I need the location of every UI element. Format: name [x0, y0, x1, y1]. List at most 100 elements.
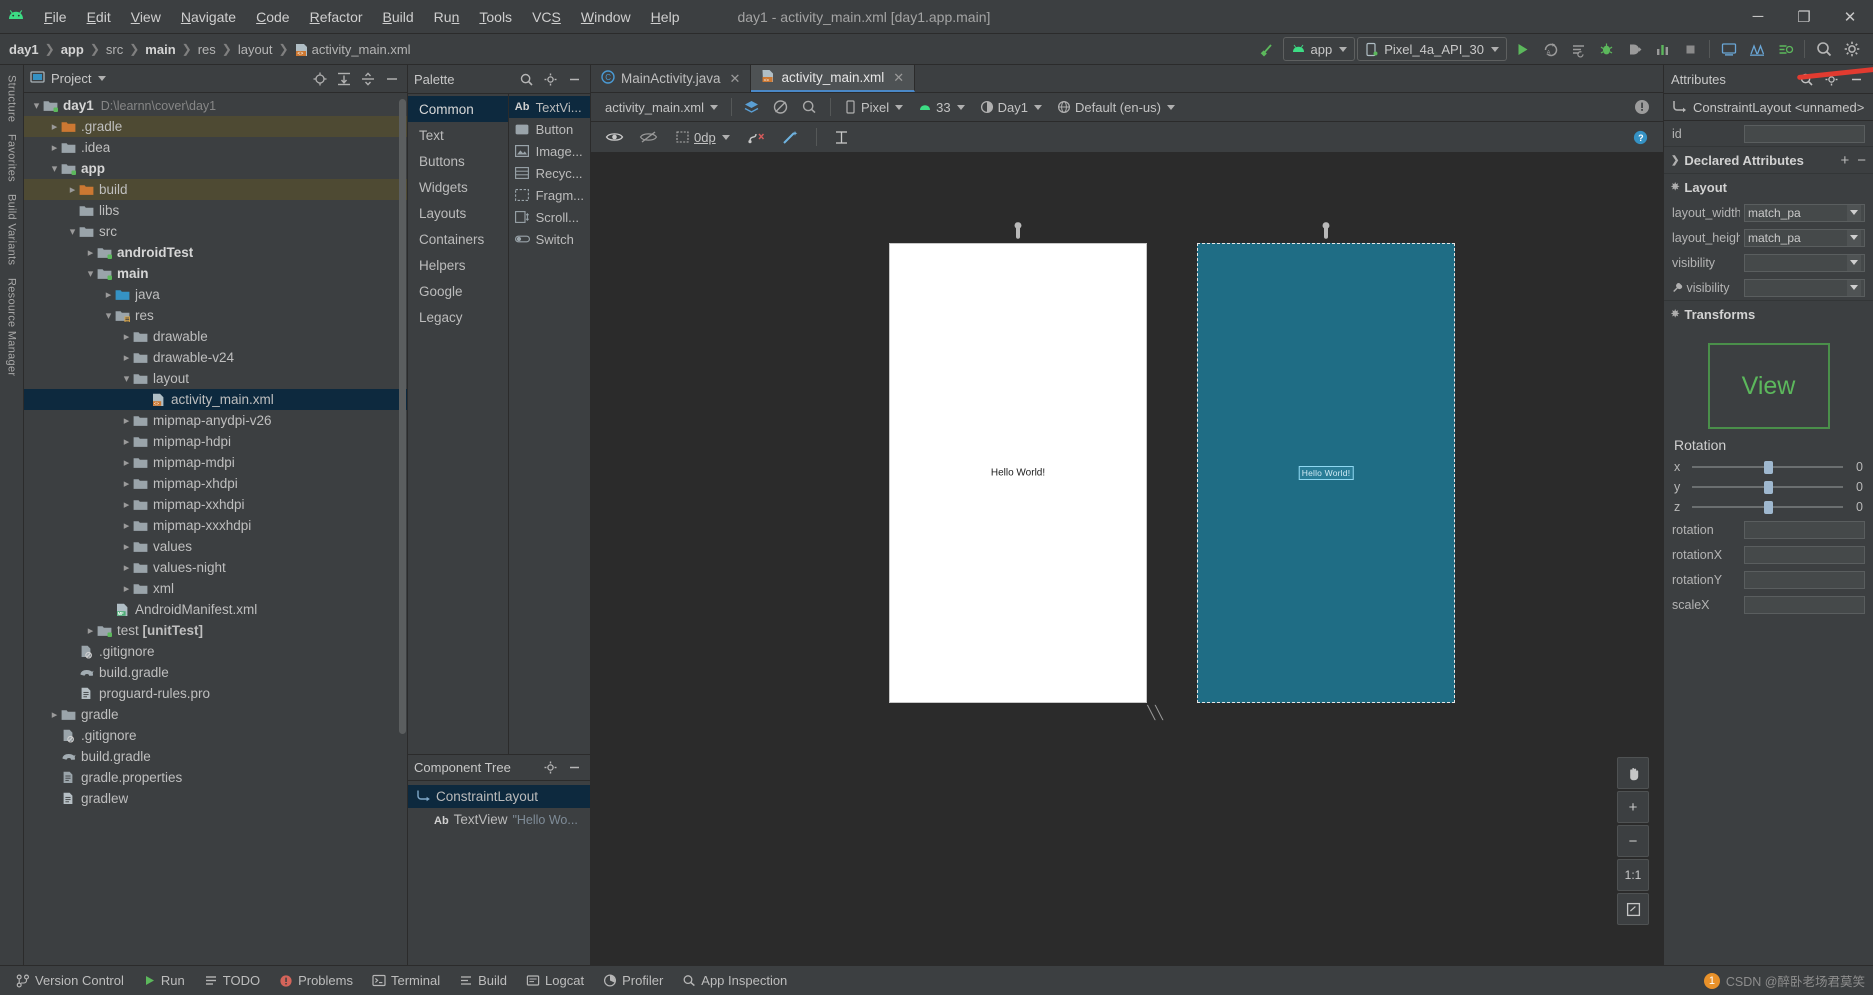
- zoom-out-icon[interactable]: −: [1617, 825, 1649, 857]
- menu-view[interactable]: View: [121, 6, 171, 28]
- chevron-right-icon[interactable]: ▸: [120, 561, 133, 574]
- menu-code[interactable]: Code: [246, 6, 299, 28]
- palette-category-common[interactable]: Common: [408, 96, 508, 122]
- breadcrumb-file[interactable]: <> activity_main.xml: [290, 40, 416, 59]
- status-terminal[interactable]: Terminal: [364, 970, 448, 991]
- menu-vcs[interactable]: VCS: [522, 6, 571, 28]
- tree-row[interactable]: ▾ day1 D:\learnn\cover\day1: [24, 95, 407, 116]
- tree-row[interactable]: ▾ layout: [24, 368, 407, 389]
- palette-item-button[interactable]: Button: [509, 118, 590, 140]
- transform-view-preview[interactable]: View: [1707, 343, 1830, 429]
- rotation-slider-x[interactable]: [1692, 460, 1843, 474]
- chevron-down-icon[interactable]: [1847, 204, 1861, 221]
- maximize-button[interactable]: ❐: [1781, 2, 1827, 32]
- stop-icon[interactable]: [1677, 36, 1703, 62]
- minimize-button[interactable]: ─: [1735, 2, 1781, 32]
- build-icon[interactable]: [1255, 36, 1281, 62]
- tree-row[interactable]: build.gradle: [24, 746, 407, 767]
- chevron-right-icon[interactable]: ▸: [66, 183, 79, 196]
- tree-row[interactable]: ▸ mipmap-xxxhdpi: [24, 515, 407, 536]
- breadcrumb-day1[interactable]: day1: [4, 40, 44, 59]
- tree-row[interactable]: libs: [24, 200, 407, 221]
- tree-row[interactable]: ▸ values-night: [24, 557, 407, 578]
- zoom-in-icon[interactable]: +: [1617, 791, 1649, 823]
- chevron-right-icon[interactable]: ▸: [120, 351, 133, 364]
- chevron-right-icon[interactable]: ▸: [120, 456, 133, 469]
- chevron-down-icon[interactable]: ▾: [120, 372, 133, 385]
- component-tree-node[interactable]: ConstraintLayout: [408, 785, 590, 808]
- breadcrumb-src[interactable]: src: [101, 40, 128, 59]
- debug-icon[interactable]: [1593, 36, 1619, 62]
- attribute-input-scaleX[interactable]: [1744, 595, 1865, 614]
- hide-constraints-icon[interactable]: [635, 124, 661, 150]
- sync-gradle-icon[interactable]: [1772, 36, 1798, 62]
- locate-icon[interactable]: [310, 69, 329, 88]
- close-button[interactable]: ✕: [1827, 2, 1873, 32]
- rail-resource-manager[interactable]: Resource Manager: [6, 272, 18, 382]
- tree-row[interactable]: ▸ .gradle: [24, 116, 407, 137]
- menu-edit[interactable]: Edit: [77, 6, 121, 28]
- menu-build[interactable]: Build: [373, 6, 424, 28]
- design-canvas[interactable]: Hello World! ╲╲ Hello World! + − 1:1: [591, 153, 1663, 965]
- rail-build-variants[interactable]: Build Variants: [6, 188, 18, 271]
- palette-category-legacy[interactable]: Legacy: [408, 304, 508, 330]
- device-preview-design[interactable]: Hello World! ╲╲: [889, 222, 1163, 720]
- transforms-section[interactable]: ✵ Transforms: [1664, 300, 1873, 327]
- palette-category-buttons[interactable]: Buttons: [408, 148, 508, 174]
- close-icon[interactable]: ✕: [893, 70, 904, 86]
- status-logcat[interactable]: Logcat: [518, 970, 592, 991]
- breadcrumb-res[interactable]: res: [193, 40, 221, 59]
- tree-row[interactable]: ▸ mipmap-xhdpi: [24, 473, 407, 494]
- chevron-down-icon[interactable]: [1847, 229, 1861, 246]
- status-problems[interactable]: Problems: [271, 970, 361, 991]
- tree-row[interactable]: ▸ mipmap-hdpi: [24, 431, 407, 452]
- chevron-down-icon[interactable]: [1847, 279, 1861, 296]
- status-app-inspection[interactable]: App Inspection: [674, 970, 795, 991]
- magic-wand-icon[interactable]: [778, 124, 804, 150]
- profiler-icon[interactable]: [1649, 36, 1675, 62]
- attribute-input-rotationY[interactable]: [1744, 570, 1865, 589]
- remove-attribute-button[interactable]: −: [1857, 152, 1866, 169]
- breadcrumb-app[interactable]: app: [56, 40, 89, 59]
- palette-category-text[interactable]: Text: [408, 122, 508, 148]
- status-build[interactable]: Build: [451, 970, 515, 991]
- palette-item-switch[interactable]: Switch: [509, 228, 590, 250]
- menu-help[interactable]: Help: [641, 6, 690, 28]
- avd-manager-icon[interactable]: [1716, 36, 1742, 62]
- palette-item-recyc[interactable]: Recyc...: [509, 162, 590, 184]
- device-wrench-icon[interactable]: [889, 221, 1147, 242]
- guidelines-icon[interactable]: [829, 124, 855, 150]
- tree-row[interactable]: ▸ mipmap-mdpi: [24, 452, 407, 473]
- palette-item-scroll[interactable]: Scroll...: [509, 206, 590, 228]
- palette-category-layouts[interactable]: Layouts: [408, 200, 508, 226]
- gear-icon[interactable]: [541, 758, 560, 777]
- tree-row[interactable]: ▸ drawable: [24, 326, 407, 347]
- chevron-right-icon[interactable]: ▸: [120, 414, 133, 427]
- search-icon[interactable]: [1811, 36, 1837, 62]
- chevron-right-icon[interactable]: ▸: [120, 519, 133, 532]
- sdk-manager-icon[interactable]: [1744, 36, 1770, 62]
- chevron-right-icon[interactable]: ▸: [120, 540, 133, 553]
- tree-row[interactable]: ▸ androidTest: [24, 242, 407, 263]
- chevron-right-icon[interactable]: ▸: [120, 435, 133, 448]
- chevron-right-icon[interactable]: ▸: [120, 582, 133, 595]
- clear-constraints-icon[interactable]: [744, 124, 770, 150]
- add-attribute-button[interactable]: +: [1840, 152, 1849, 169]
- locale-selector[interactable]: Default (en-us): [1051, 98, 1181, 117]
- menu-navigate[interactable]: Navigate: [171, 6, 246, 28]
- declared-attributes-section[interactable]: ❯ Declared Attributes + −: [1664, 146, 1873, 173]
- resize-handle[interactable]: ╲╲: [1147, 705, 1163, 721]
- palette-item-textvi[interactable]: Ab TextVi...: [508, 96, 590, 118]
- default-margin-control[interactable]: 0dp: [669, 128, 736, 147]
- project-tree[interactable]: ▾ day1 D:\learnn\cover\day1 ▸ .gradle ▸ .idea ▾…: [24, 93, 407, 965]
- chevron-down-icon[interactable]: ▾: [66, 225, 79, 238]
- theme-selector[interactable]: Day1: [974, 98, 1048, 117]
- menu-tools[interactable]: Tools: [469, 6, 522, 28]
- tree-row[interactable]: <> activity_main.xml: [24, 389, 407, 410]
- hello-world-text[interactable]: Hello World!: [991, 468, 1045, 479]
- chevron-right-icon[interactable]: ▸: [48, 141, 61, 154]
- device-screen-design[interactable]: Hello World!: [889, 243, 1147, 703]
- tree-row[interactable]: MF AndroidManifest.xml: [24, 599, 407, 620]
- device-preview-selector[interactable]: Pixel: [838, 98, 909, 117]
- design-file-selector[interactable]: activity_main.xml: [599, 98, 724, 117]
